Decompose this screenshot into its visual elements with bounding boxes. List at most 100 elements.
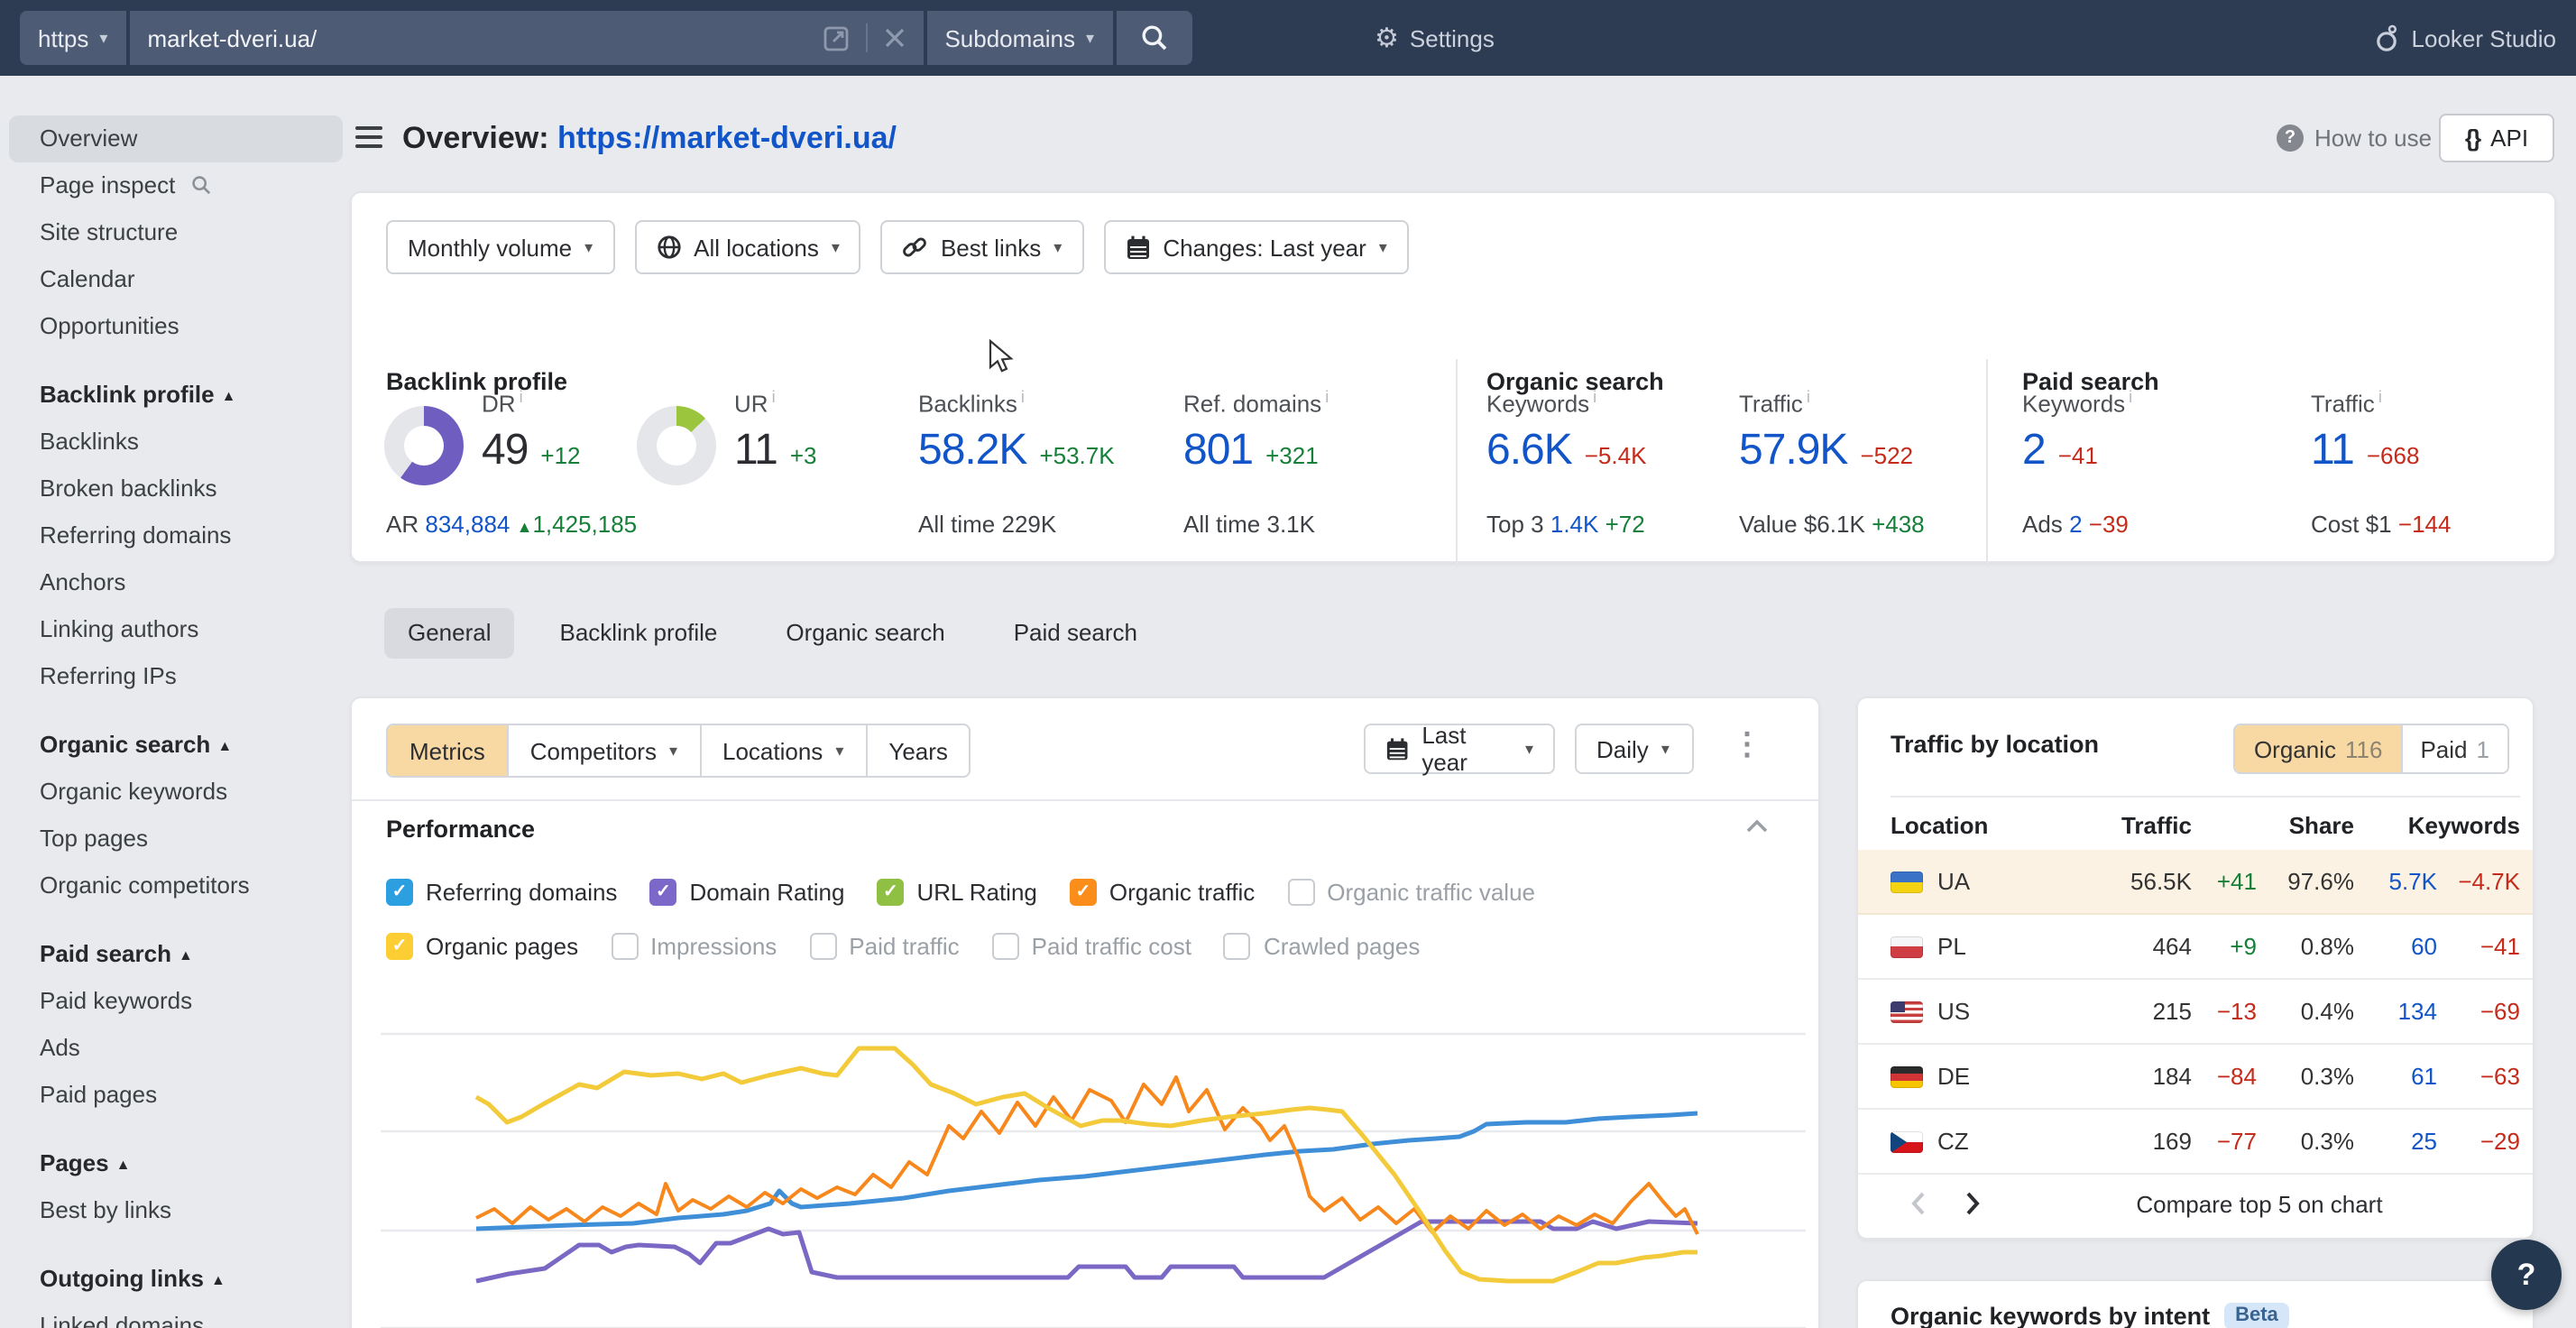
sidebar-item-broken-backlinks[interactable]: Broken backlinks: [0, 466, 352, 512]
chevron-right-icon: [1964, 1191, 1980, 1216]
info-icon[interactable]: i: [1021, 388, 1025, 406]
paid-traffic-value[interactable]: 11: [2311, 427, 2354, 477]
filter-all-locations[interactable]: All locations▾: [634, 220, 861, 274]
organic-traffic-value[interactable]: 57.9K: [1739, 427, 1847, 477]
keywords-value[interactable]: 5.7K: [2354, 868, 2437, 895]
sidebar-item-backlinks[interactable]: Backlinks: [0, 419, 352, 466]
prev-page-button[interactable]: [1891, 1176, 1945, 1231]
collapse-section-button[interactable]: [1744, 817, 1770, 835]
info-icon[interactable]: i: [1325, 388, 1329, 406]
protocol-dropdown[interactable]: https ▾: [20, 11, 125, 65]
target-input[interactable]: market-dveri.ua/: [129, 11, 923, 65]
checkbox-domain-rating[interactable]: ✓Domain Rating: [649, 879, 844, 906]
sidebar-item-organic-competitors[interactable]: Organic competitors: [0, 862, 352, 909]
sidebar-section-outgoing-links[interactable]: Outgoing links▲: [0, 1256, 352, 1303]
mode-dropdown[interactable]: Subdomains ▾: [926, 11, 1112, 65]
table-row-us[interactable]: US215−130.4%134−69: [1858, 980, 2533, 1045]
compare-top5-link[interactable]: Compare top 5 on chart: [1999, 1190, 2520, 1217]
tab-backlink-profile[interactable]: Backlink profile: [537, 608, 741, 659]
backlinks-value[interactable]: 58.2K: [918, 427, 1026, 477]
overview-tabs: General Backlink profile Organic search Pai…: [384, 608, 1161, 659]
search-button[interactable]: [1116, 11, 1191, 65]
menu-toggle-button[interactable]: [355, 126, 382, 148]
sidebar-item-ads[interactable]: Ads: [0, 1025, 352, 1072]
tab-organic-search[interactable]: Organic search: [762, 608, 968, 659]
sidebar-item-paid-keywords[interactable]: Paid keywords: [0, 978, 352, 1025]
checkbox-referring-domains[interactable]: ✓Referring domains: [386, 879, 617, 906]
target-link[interactable]: https://market-dveri.ua/: [557, 121, 897, 155]
table-row-de[interactable]: DE184−840.3%61−63: [1858, 1045, 2533, 1110]
granularity-dropdown[interactable]: Daily ▾: [1575, 724, 1694, 774]
clear-icon[interactable]: [883, 27, 905, 49]
sidebar-item-anchors[interactable]: Anchors: [0, 559, 352, 606]
info-icon[interactable]: i: [2129, 388, 2132, 406]
sidebar-item-calendar[interactable]: Calendar: [0, 256, 352, 303]
info-icon[interactable]: i: [2378, 388, 2382, 406]
segment-metrics[interactable]: Metrics: [388, 725, 507, 776]
traffic-delta: −13: [2192, 998, 2257, 1025]
sidebar-item-linking-authors[interactable]: Linking authors: [0, 606, 352, 653]
info-icon[interactable]: i: [772, 388, 776, 406]
col-traffic: Traffic: [2098, 811, 2192, 838]
table-row-ua[interactable]: UA56.5K+4197.6%5.7K−4.7K: [1858, 850, 2533, 915]
settings-button[interactable]: ⚙ Settings: [1375, 0, 1495, 76]
sidebar-item-site-structure[interactable]: Site structure: [0, 209, 352, 256]
paid-keywords-value[interactable]: 2: [2022, 427, 2046, 477]
sidebar-item-organic-keywords[interactable]: Organic keywords: [0, 769, 352, 816]
filter-monthly-volume[interactable]: Monthly volume▾: [386, 220, 614, 274]
keywords-value[interactable]: 134: [2354, 998, 2437, 1025]
ref-domains-delta: +321: [1265, 443, 1319, 470]
sidebar-item-paid-pages[interactable]: Paid pages: [0, 1072, 352, 1119]
next-page-button[interactable]: [1945, 1176, 1999, 1231]
looker-studio-button[interactable]: Looker Studio: [2374, 0, 2556, 76]
tab-general[interactable]: General: [384, 608, 515, 659]
keywords-value[interactable]: 25: [2354, 1128, 2437, 1155]
sidebar-item-top-pages[interactable]: Top pages: [0, 816, 352, 862]
organic-keywords-value[interactable]: 6.6K: [1486, 427, 1572, 477]
table-row-cz[interactable]: CZ169−770.3%25−29: [1858, 1110, 2533, 1175]
ref-domains-value[interactable]: 801: [1183, 427, 1253, 477]
more-options-button[interactable]: ⋮: [1732, 727, 1762, 763]
period-dropdown[interactable]: Last year ▾: [1364, 724, 1555, 774]
how-to-use-button[interactable]: ? How to use: [2277, 124, 2432, 152]
api-button[interactable]: {} API: [2439, 114, 2554, 162]
sidebar-item-opportunities[interactable]: Opportunities: [0, 303, 352, 350]
help-fab-button[interactable]: ?: [2491, 1240, 2562, 1310]
sidebar-item-referring-domains[interactable]: Referring domains: [0, 512, 352, 559]
toggle-organic[interactable]: Organic 116: [2236, 725, 2401, 772]
filter-changes-last-year[interactable]: Changes: Last year▾: [1103, 220, 1409, 274]
info-icon[interactable]: i: [1593, 388, 1596, 406]
checkbox-paid-traffic-cost[interactable]: Paid traffic cost: [992, 933, 1191, 960]
sidebar-section-backlink-profile[interactable]: Backlink profile▲: [0, 372, 352, 419]
open-external-icon[interactable]: [822, 24, 849, 51]
checkbox-impressions[interactable]: Impressions: [611, 933, 777, 960]
keywords-value[interactable]: 60: [2354, 933, 2437, 960]
checkbox-organic-pages[interactable]: ✓Organic pages: [386, 933, 578, 960]
keywords-value[interactable]: 61: [2354, 1063, 2437, 1090]
sidebar-item-referring-ips[interactable]: Referring IPs: [0, 653, 352, 700]
info-icon[interactable]: i: [520, 388, 523, 406]
info-icon[interactable]: i: [1807, 388, 1810, 406]
checkbox-organic-traffic[interactable]: ✓Organic traffic: [1070, 879, 1255, 906]
sidebar-section-organic-search[interactable]: Organic search▲: [0, 722, 352, 769]
checkbox-crawled-pages[interactable]: Crawled pages: [1224, 933, 1420, 960]
sidebar-item-linked-domains[interactable]: Linked domains: [0, 1303, 352, 1328]
checkbox-url-rating[interactable]: ✓URL Rating: [877, 879, 1036, 906]
sidebar-item-page-inspect[interactable]: Page inspect: [0, 162, 352, 209]
segment-years[interactable]: Years: [865, 725, 970, 776]
ar-value[interactable]: 834,884: [425, 511, 510, 538]
toggle-paid[interactable]: Paid 1: [2400, 725, 2507, 772]
sidebar-item-best-by-links[interactable]: Best by links: [0, 1187, 352, 1234]
filter-best-links[interactable]: Best links▾: [881, 220, 1083, 274]
segment-competitors[interactable]: Competitors▾: [507, 725, 699, 776]
sidebar-item-overview[interactable]: Overview: [0, 115, 352, 162]
checkbox-organic-traffic-value[interactable]: Organic traffic value: [1287, 879, 1535, 906]
sidebar-section-pages[interactable]: Pages▲: [0, 1140, 352, 1187]
checkbox-paid-traffic[interactable]: Paid traffic: [809, 933, 959, 960]
table-row-pl[interactable]: PL464+90.8%60−41: [1858, 915, 2533, 980]
tab-paid-search[interactable]: Paid search: [990, 608, 1161, 659]
sidebar-section-paid-search[interactable]: Paid search▲: [0, 931, 352, 978]
performance-line-chart[interactable]: [381, 1005, 1806, 1328]
traffic-delta: −77: [2192, 1128, 2257, 1155]
segment-locations[interactable]: Locations▾: [699, 725, 865, 776]
